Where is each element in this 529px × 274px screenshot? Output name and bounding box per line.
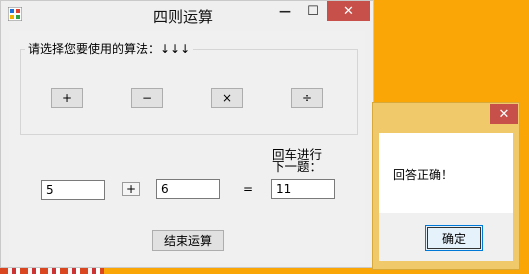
answer-input[interactable]: 11	[271, 179, 335, 199]
end-calculation-button[interactable]: 结束运算	[152, 230, 224, 251]
taskbar-strip	[0, 268, 104, 274]
equals-label: =	[243, 182, 254, 196]
main-window: 四则运算 — ☐ ✕ 请选择您要使用的算法：↓↓↓ + − × ÷ 5 + 6 …	[0, 0, 374, 268]
multiply-button[interactable]: ×	[211, 88, 243, 108]
message-box: ✕ 回答正确！ 确定	[372, 102, 520, 270]
operand2-input[interactable]: 6	[156, 179, 220, 199]
title-bar[interactable]: 四则运算 — ☐ ✕	[1, 1, 373, 29]
message-close-button[interactable]: ✕	[490, 104, 518, 124]
minimize-icon: —	[279, 4, 291, 18]
close-icon: ✕	[498, 106, 510, 122]
maximize-button[interactable]: ☐	[299, 1, 327, 21]
window-title: 四则运算	[153, 8, 214, 26]
close-icon: ✕	[343, 3, 354, 19]
maximize-icon: ☐	[307, 3, 319, 19]
next-question-hint: 回车进行下一题：	[272, 147, 323, 174]
app-icon	[8, 7, 22, 21]
add-button[interactable]: +	[51, 88, 83, 108]
operand1-input[interactable]: 5	[41, 180, 105, 200]
message-text: 回答正确！	[393, 168, 454, 182]
operator-label: +	[122, 182, 140, 196]
algorithm-group-label: 请选择您要使用的算法：↓↓↓	[25, 40, 194, 57]
divide-button[interactable]: ÷	[291, 88, 323, 108]
close-button[interactable]: ✕	[327, 1, 370, 21]
subtract-button[interactable]: −	[131, 88, 163, 108]
ok-button[interactable]: 确定	[425, 225, 483, 251]
minimize-button[interactable]: —	[271, 1, 299, 21]
